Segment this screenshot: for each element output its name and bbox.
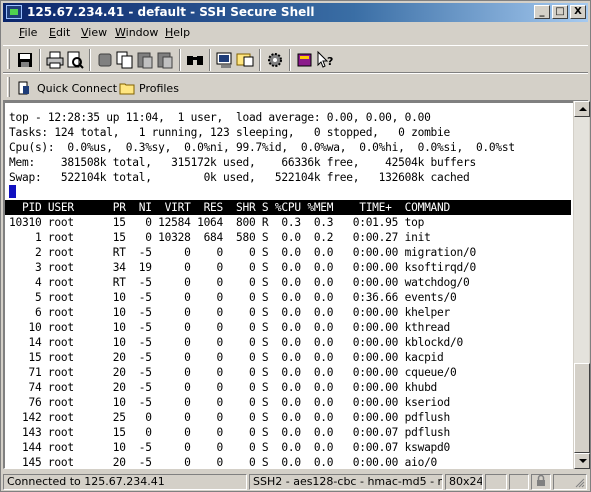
toolbar-separator [209, 49, 211, 71]
profiles-toolbar: Quick Connect Profiles [3, 73, 588, 101]
process-row: 2 root RT -5 0 0 0 S 0.0 0.0 0:00.00 mig… [9, 246, 476, 259]
top-summary-mem: Mem: 381508k total, 315172k used, 66336k… [9, 156, 476, 169]
scroll-down-button[interactable] [574, 453, 590, 469]
process-row: 10 root 10 -5 0 0 0 S 0.0 0.0 0:00.00 kt… [9, 321, 451, 334]
terminal-area[interactable]: top - 12:28:35 up 11:04, 1 user, load av… [3, 101, 573, 469]
settings-icon[interactable] [265, 50, 285, 70]
process-row: 144 root 10 -5 0 0 0 S 0.0 0.0 0:00.07 k… [9, 441, 451, 454]
menu-view[interactable]: View [81, 26, 107, 39]
minimize-button[interactable]: _ [534, 5, 550, 19]
process-header-text: PID USER PR NI VIRT RES SHR S %CPU %MEM … [9, 201, 451, 214]
menu-file[interactable]: File [19, 26, 37, 39]
status-cipher: SSH2 - aes128-cbc - hmac-md5 - none [249, 474, 443, 490]
status-panel-lock [531, 474, 551, 490]
scroll-thumb[interactable] [574, 363, 590, 453]
process-row: 145 root 20 -5 0 0 0 S 0.0 0.0 0:00.00 a… [9, 456, 438, 469]
main-toolbar: ? [3, 45, 588, 73]
process-row: 74 root 20 -5 0 0 0 S 0.0 0.0 0:00.00 kh… [9, 381, 438, 394]
status-terminal-size: 80x24 [445, 474, 483, 490]
window-title: 125.67.234.41 - default - SSH Secure She… [27, 5, 315, 19]
process-row: 10310 root 15 0 12584 1064 800 R 0.3 0.3… [9, 216, 425, 229]
toolbar-grip[interactable] [7, 49, 10, 69]
menu-edit[interactable]: Edit [49, 26, 70, 39]
process-row: 14 root 10 -5 0 0 0 S 0.0 0.0 0:00.00 kb… [9, 336, 463, 349]
terminal-cursor [9, 185, 16, 198]
toolbar-grip[interactable] [7, 77, 10, 97]
menu-bar: File Edit View Window Help [3, 23, 588, 43]
new-terminal-icon[interactable] [215, 50, 235, 70]
toolbar-separator [89, 49, 91, 71]
process-row: 5 root 10 -5 0 0 0 S 0.0 0.0 0:36.66 eve… [9, 291, 457, 304]
quick-connect-icon [18, 81, 29, 95]
quick-connect-label: Quick Connect [37, 81, 118, 95]
top-summary-cpu: Cpu(s): 0.0%us, 0.3%sy, 0.0%ni, 99.7%id,… [9, 141, 515, 154]
toolbar-separator [289, 49, 291, 71]
title-bar[interactable]: 125.67.234.41 - default - SSH Secure She… [3, 3, 588, 22]
paste-special-icon[interactable] [155, 50, 175, 70]
process-row: 1 root 15 0 10328 684 580 S 0.0 0.2 0:00… [9, 231, 431, 244]
menu-help[interactable]: Help [165, 26, 190, 39]
find-icon[interactable] [185, 50, 205, 70]
status-connection: Connected to 125.67.234.41 [3, 474, 247, 490]
process-row: 4 root RT -5 0 0 0 S 0.0 0.0 0:00.00 wat… [9, 276, 470, 289]
process-table-header: PID USER PR NI VIRT RES SHR S %CPU %MEM … [5, 200, 571, 215]
ssh-app-icon[interactable] [6, 5, 22, 19]
process-row: 71 root 20 -5 0 0 0 S 0.0 0.0 0:00.00 cq… [9, 366, 457, 379]
toolbar-separator [39, 49, 41, 71]
process-row: 6 root 10 -5 0 0 0 S 0.0 0.0 0:00.00 khe… [9, 306, 451, 319]
process-row: 76 root 10 -5 0 0 0 S 0.0 0.0 0:00.00 ks… [9, 396, 451, 409]
stop-icon[interactable] [95, 50, 115, 70]
profiles-label: Profiles [139, 81, 179, 95]
process-row: 143 root 15 0 0 0 0 S 0.0 0.0 0:00.07 pd… [9, 426, 451, 439]
scroll-up-button[interactable] [574, 101, 590, 117]
help-book-icon[interactable] [295, 50, 315, 70]
save-icon[interactable] [15, 50, 35, 70]
process-row: 142 root 25 0 0 0 0 S 0.0 0.0 0:00.00 pd… [9, 411, 451, 424]
lock-icon [537, 475, 545, 486]
terminal-scrollbar[interactable] [573, 101, 590, 469]
down-arrow-icon [579, 459, 587, 463]
profiles-button[interactable]: Profiles [119, 78, 179, 98]
process-row: 15 root 20 -5 0 0 0 S 0.0 0.0 0:00.00 ka… [9, 351, 444, 364]
folder-icon [119, 83, 135, 95]
top-summary-tasks: Tasks: 124 total, 1 running, 123 sleepin… [9, 126, 451, 139]
svg-text:?: ? [327, 55, 333, 68]
status-panel-resize[interactable] [553, 474, 587, 490]
menu-window[interactable]: Window [115, 26, 158, 39]
copy-icon[interactable] [115, 50, 135, 70]
close-button[interactable]: X [570, 5, 586, 19]
new-file-transfer-icon[interactable] [235, 50, 255, 70]
top-summary-uptime: top - 12:28:35 up 11:04, 1 user, load av… [9, 111, 431, 124]
context-help-icon[interactable]: ? [315, 50, 335, 70]
top-summary-swap: Swap: 522104k total, 0k used, 522104k fr… [9, 171, 470, 184]
status-panel-empty [509, 474, 529, 490]
up-arrow-icon [579, 107, 587, 111]
toolbar-separator [179, 49, 181, 71]
maximize-button[interactable]: □ [552, 5, 568, 19]
status-panel-empty [485, 474, 507, 490]
resize-grip-icon[interactable] [573, 476, 585, 488]
print-preview-icon[interactable] [65, 50, 85, 70]
status-bar: Connected to 125.67.234.41 SSH2 - aes128… [3, 473, 588, 491]
quick-connect-button[interactable]: Quick Connect [17, 78, 117, 98]
toolbar-separator [259, 49, 261, 71]
print-icon[interactable] [45, 50, 65, 70]
process-row: 3 root 34 19 0 0 0 S 0.0 0.0 0:00.00 kso… [9, 261, 476, 274]
paste-icon[interactable] [135, 50, 155, 70]
ssh-client-window: 125.67.234.41 - default - SSH Secure She… [0, 0, 591, 492]
